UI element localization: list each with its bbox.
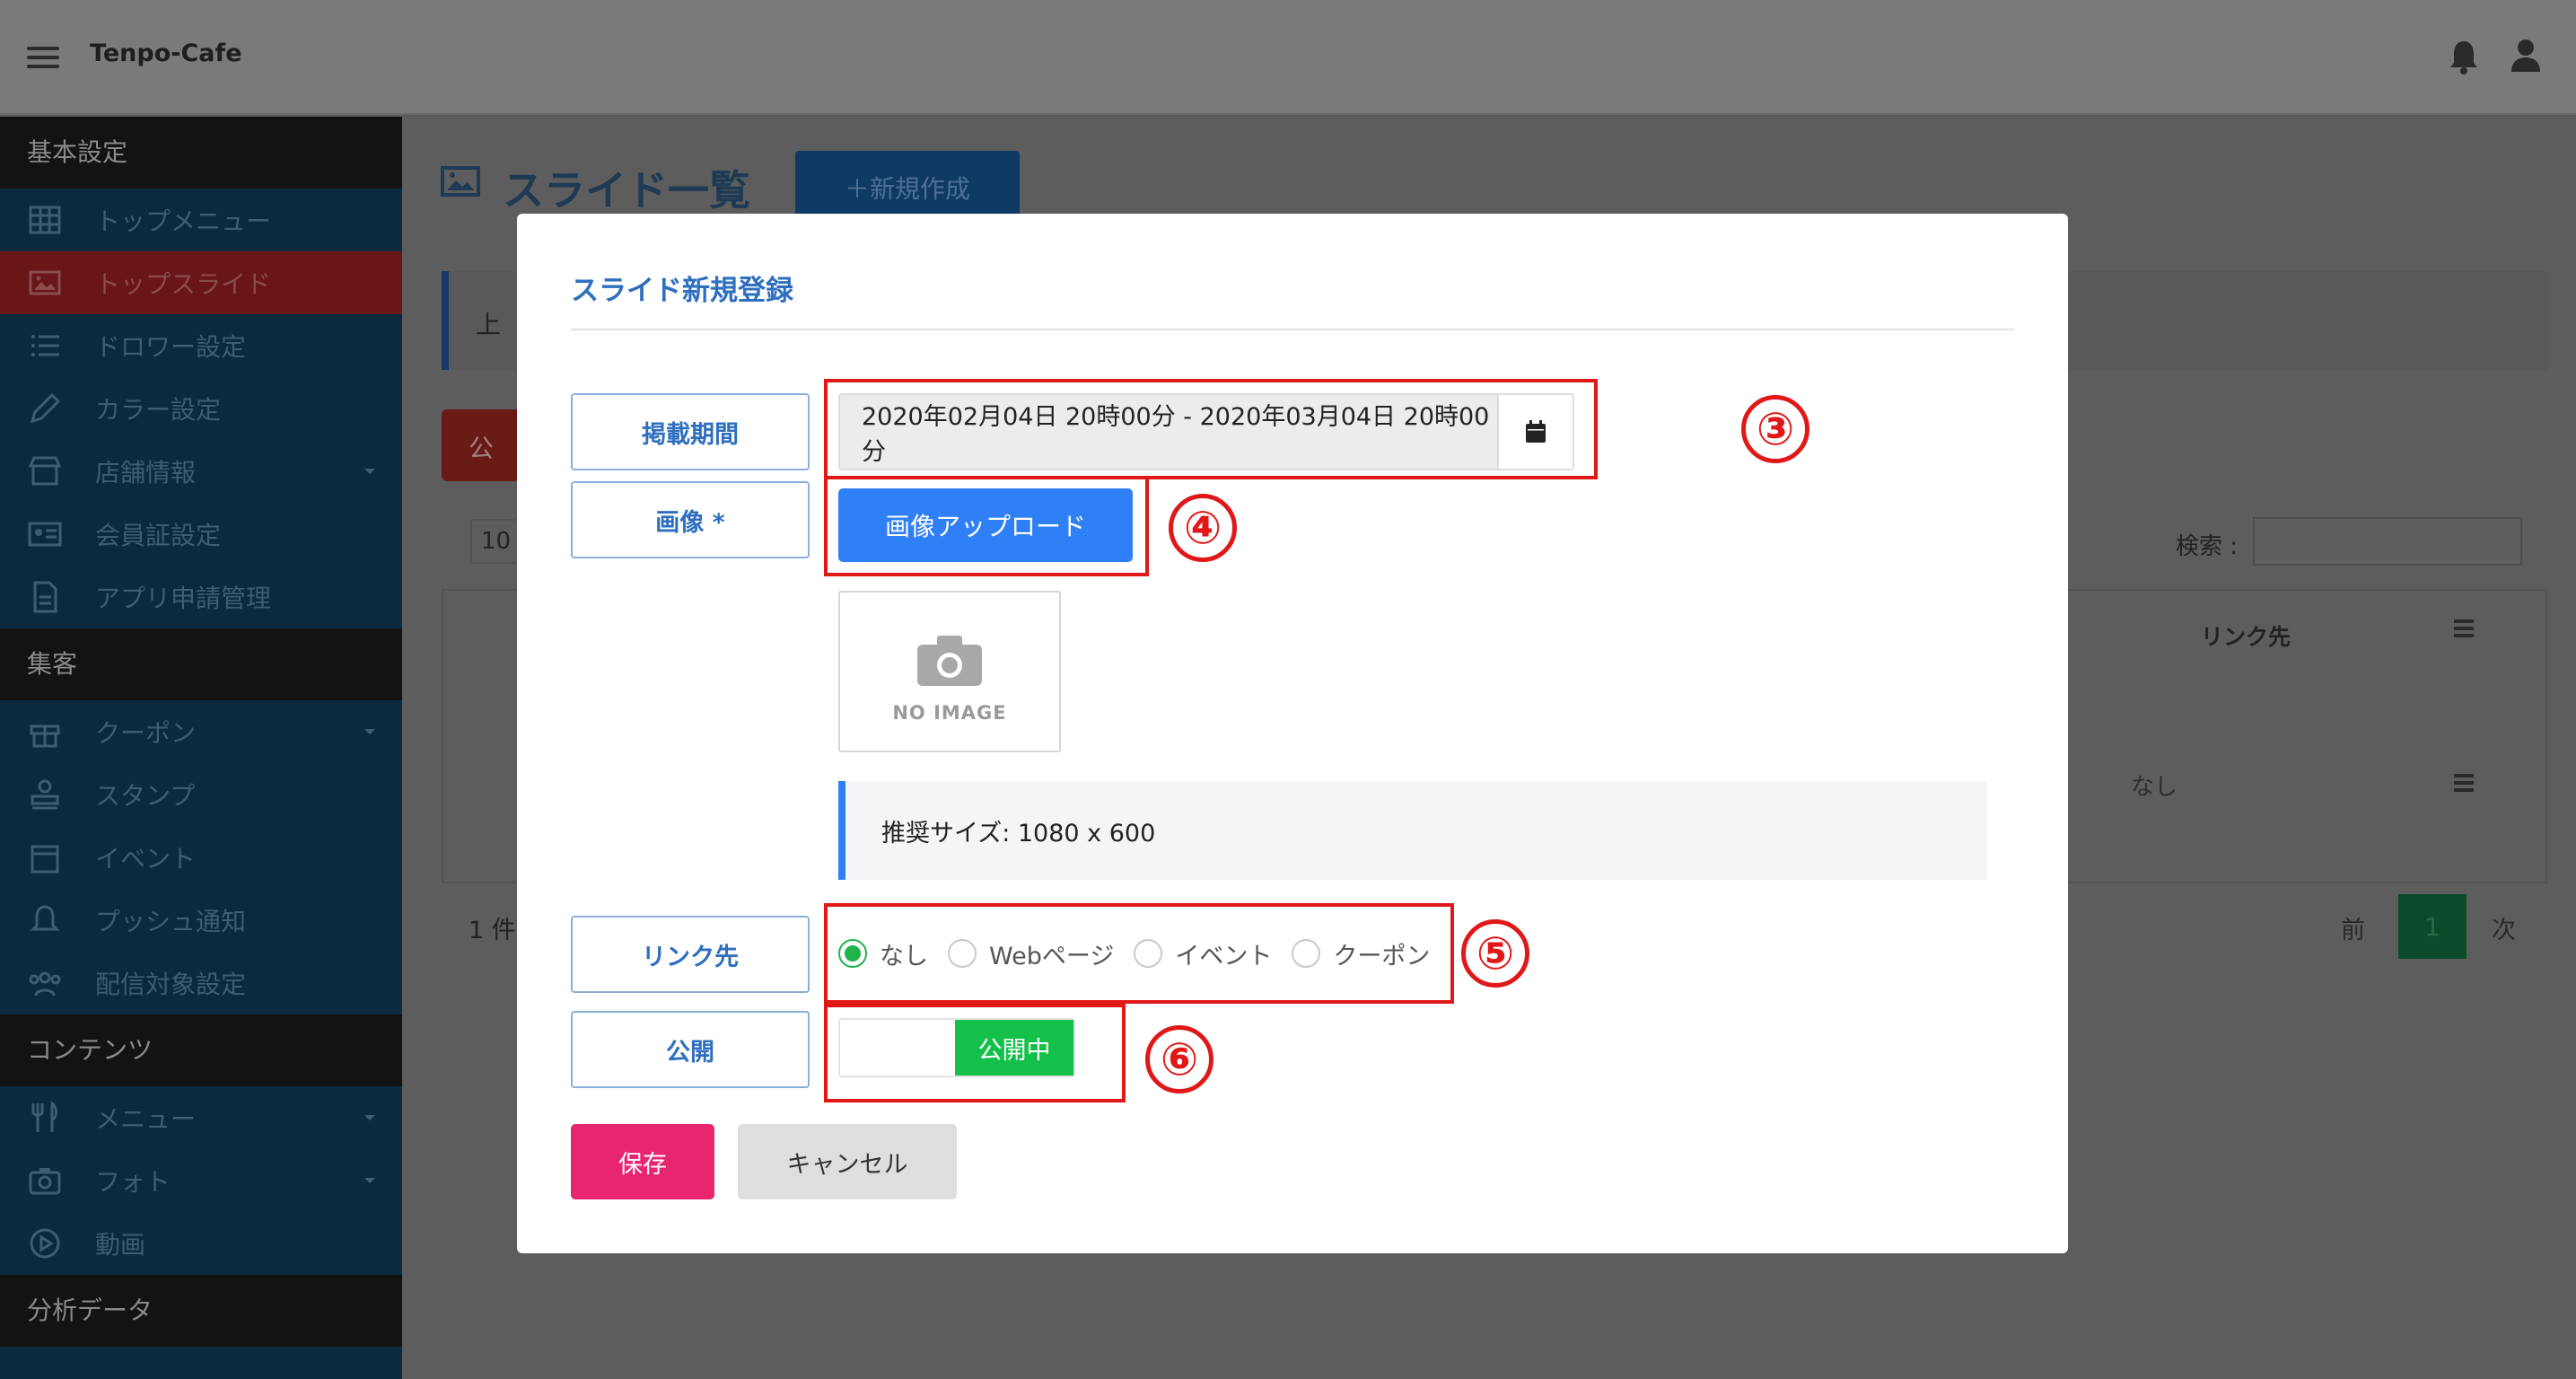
- sidebar-section-analytics: 分析データ: [0, 1275, 402, 1347]
- sidebar-item-color[interactable]: カラー設定: [0, 377, 402, 440]
- sidebar-section-contents: コンテンツ: [0, 1014, 402, 1086]
- annotation-box-link: [824, 903, 1454, 1004]
- play-icon: [30, 1228, 60, 1259]
- sidebar-item-push[interactable]: プッシュ通知: [0, 889, 402, 952]
- image-icon: [441, 166, 480, 197]
- calendar-icon: [31, 845, 59, 874]
- slide-create-modal: スライド新規登録 掲載期間 2020年02月04日 20時00分 - 2020年…: [517, 214, 2068, 1253]
- chevron-down-icon: [364, 469, 375, 474]
- sidebar: 基本設定 トップメニュー トップスライド ドロワー設定 カラー設定 店舗情報 会…: [0, 117, 402, 1379]
- period-label: 掲載期間: [571, 393, 810, 470]
- annotation-box-publish: [824, 1004, 1126, 1102]
- bell-icon: [30, 905, 60, 931]
- id-card-icon: [28, 522, 62, 547]
- sidebar-item-drawer[interactable]: ドロワー設定: [0, 314, 402, 377]
- sidebar-item-photo[interactable]: フォト: [0, 1149, 402, 1212]
- modal-title: スライド新規登録: [571, 275, 793, 307]
- image-icon: [29, 270, 61, 295]
- annotation-number-6: ⑥: [1145, 1025, 1214, 1094]
- sidebar-item-video[interactable]: 動画: [0, 1212, 402, 1275]
- annotation-number-4: ④: [1169, 494, 1237, 562]
- annotation-box-period: [824, 379, 1598, 479]
- search-label: 検索 :: [2176, 533, 2239, 560]
- record-count: 1 件: [469, 917, 516, 944]
- sidebar-item-stamp[interactable]: スタンプ: [0, 763, 402, 826]
- pencil-icon: [30, 392, 61, 424]
- sidebar-item-label: トップメニュー: [95, 206, 272, 236]
- sidebar-section-basic: 基本設定: [0, 117, 402, 189]
- chevron-down-icon: [364, 1178, 375, 1183]
- drag-handle-icon[interactable]: [2454, 774, 2474, 795]
- column-menu-icon[interactable]: [2454, 619, 2474, 641]
- sidebar-item-label: スタンプ: [95, 781, 196, 811]
- sidebar-item-top-menu[interactable]: トップメニュー: [0, 189, 402, 251]
- table-header-link[interactable]: リンク先: [2201, 619, 2291, 652]
- camera-icon: [29, 1168, 61, 1195]
- sidebar-item-label: 店舗情報: [95, 458, 197, 487]
- sidebar-item-label: クーポン: [95, 718, 197, 748]
- sidebar-item-label: カラー設定: [95, 395, 222, 425]
- pagination-page[interactable]: 1: [2398, 894, 2466, 959]
- sidebar-item-label: フォト: [95, 1167, 171, 1197]
- utensils-icon: [31, 1101, 57, 1132]
- brand-name: Tenpo-Cafe: [90, 40, 242, 67]
- grid-icon: [29, 206, 61, 234]
- sidebar-item-top-slide[interactable]: トップスライド: [0, 251, 402, 314]
- sidebar-item-menu[interactable]: メニュー: [0, 1086, 402, 1149]
- document-icon: [33, 581, 57, 613]
- users-icon: [29, 971, 61, 997]
- camera-icon: [917, 636, 982, 686]
- sidebar-section-marketing: 集客: [0, 628, 402, 700]
- sidebar-item-label: 会員証設定: [95, 521, 222, 550]
- sidebar-item-label: トップスライド: [95, 269, 272, 299]
- pagination-next[interactable]: 次: [2492, 910, 2516, 945]
- save-button[interactable]: 保存: [571, 1124, 714, 1199]
- annotation-box-upload: [824, 476, 1149, 576]
- cancel-button[interactable]: キャンセル: [738, 1124, 957, 1199]
- image-preview-placeholder: NO IMAGE: [838, 591, 1061, 752]
- hamburger-menu-icon[interactable]: [27, 47, 59, 68]
- chevron-down-icon: [364, 729, 375, 734]
- annotation-number-3: ③: [1741, 395, 1809, 463]
- sidebar-item-label: アプリ申請管理: [95, 584, 272, 613]
- recommended-size-hint: 推奨サイズ: 1080 x 600: [838, 781, 1987, 880]
- chevron-down-icon: [364, 1115, 375, 1120]
- link-label: リンク先: [571, 916, 810, 993]
- annotation-number-5: ⑤: [1461, 919, 1529, 988]
- sidebar-item-coupon[interactable]: クーポン: [0, 700, 402, 763]
- table-cell-link: なし: [2131, 774, 2178, 801]
- sidebar-item-member-card[interactable]: 会員証設定: [0, 503, 402, 566]
- user-account-icon[interactable]: [2510, 38, 2542, 74]
- gift-icon: [30, 725, 60, 748]
- page-title: スライド一覧: [503, 166, 750, 215]
- publish-label: 公開: [571, 1011, 810, 1088]
- store-icon: [28, 456, 62, 486]
- search-input[interactable]: [2253, 517, 2522, 566]
- sidebar-item-event[interactable]: イベント: [0, 826, 402, 889]
- notice-text: 上: [476, 310, 502, 339]
- sidebar-item-label: イベント: [95, 844, 197, 874]
- divider: [571, 329, 2014, 330]
- image-label: 画像 *: [571, 481, 810, 558]
- no-image-text: NO IMAGE: [892, 702, 1007, 724]
- sidebar-item-label: 配信対象設定: [95, 970, 247, 999]
- pagination-prev[interactable]: 前: [2341, 910, 2365, 945]
- stamp-icon: [31, 779, 59, 810]
- sidebar-item-label: プッシュ通知: [95, 907, 247, 936]
- top-header: Tenpo-Cafe: [0, 0, 2576, 115]
- sidebar-item-store-info[interactable]: 店舗情報: [0, 440, 402, 503]
- sidebar-item-label: ドロワー設定: [95, 332, 247, 362]
- sidebar-item-label: 動画: [95, 1230, 146, 1260]
- sidebar-item-app-request[interactable]: アプリ申請管理: [0, 566, 402, 628]
- list-icon: [31, 335, 59, 356]
- sidebar-item-label: メニュー: [95, 1104, 197, 1134]
- sidebar-item-target[interactable]: 配信対象設定: [0, 952, 402, 1014]
- notification-bell-icon[interactable]: [2449, 40, 2479, 75]
